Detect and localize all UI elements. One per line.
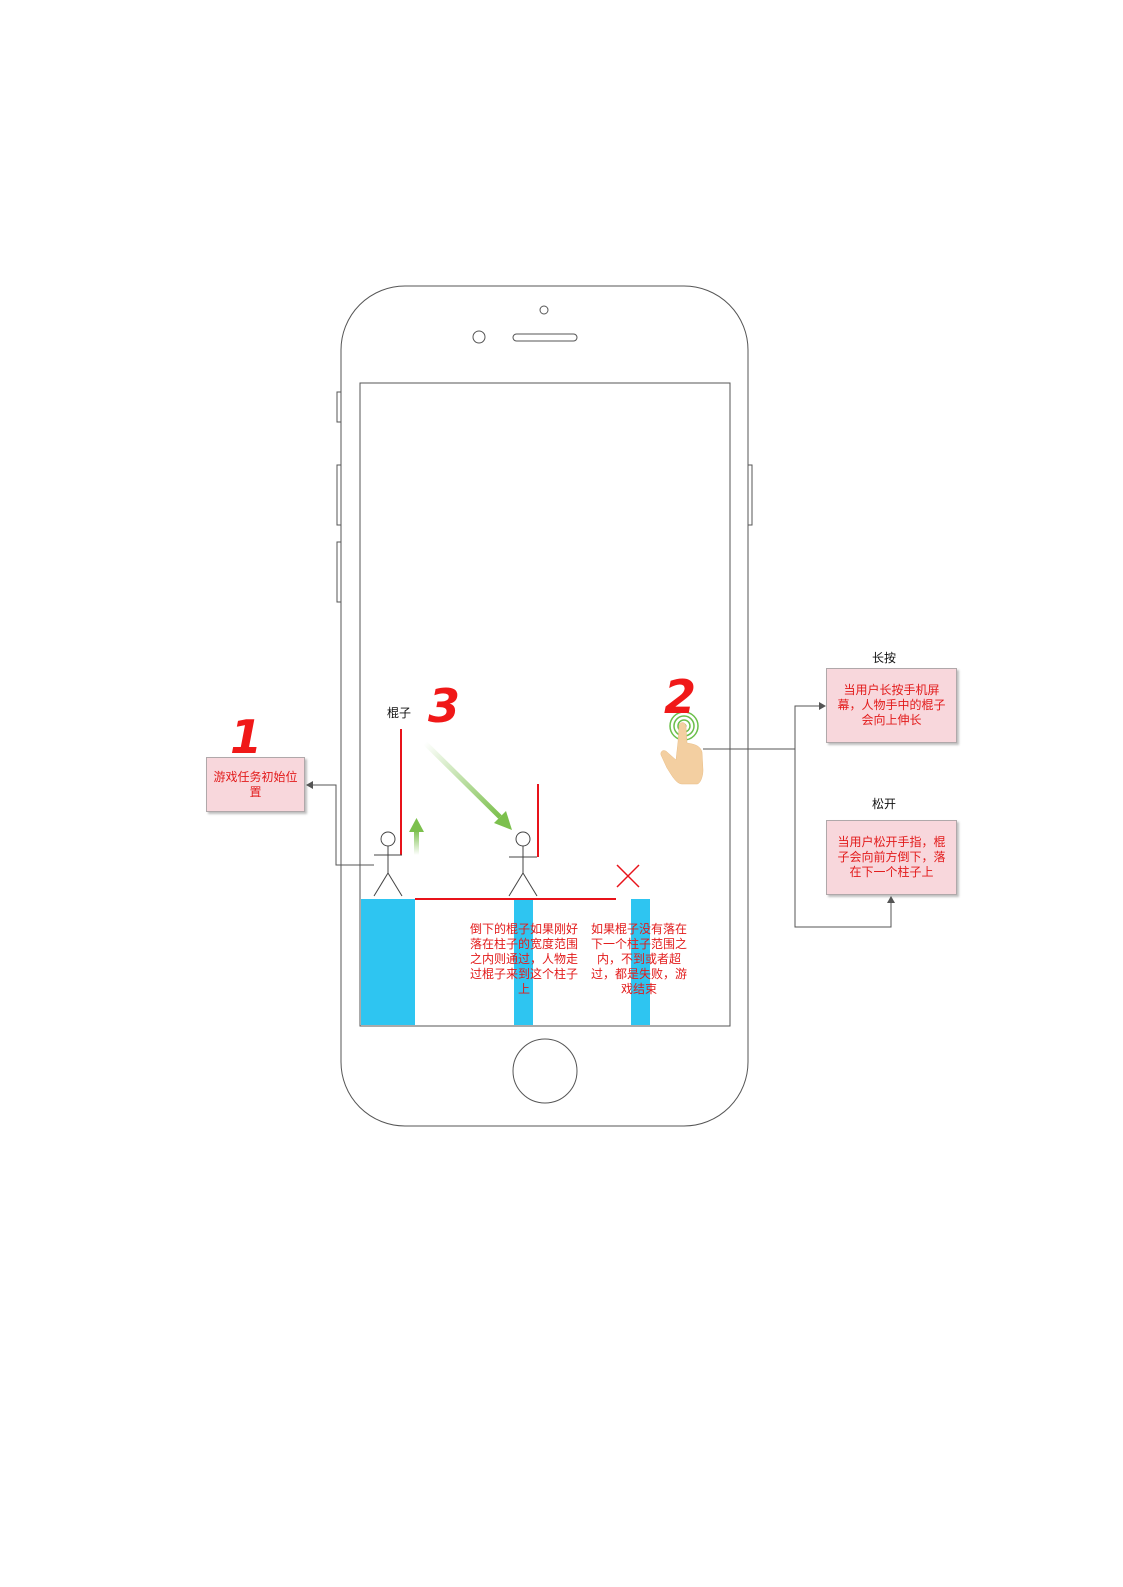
step-number-3: 3 [428,679,461,733]
start-position-box: 游戏任务初始位置 [206,757,305,812]
long-press-desc-box: 当用户长按手机屏幕，人物手中的棍子会向上伸长 [826,668,957,743]
release-desc-box: 当用户松开手指，棍子会向前方倒下，落在下一个柱子上 [826,820,957,895]
step-number-2: 2 [664,670,697,724]
flow-diagram [306,285,895,1127]
failure-annotation: 如果棍子没有落在下一个柱子范围之内，不到或者超过，都是失败，游戏结束 [591,922,688,996]
step-number-1: 1 [230,710,263,764]
long-press-label: 长按 [872,651,897,665]
stick-label: 棍子 [387,706,412,720]
pillar-start [361,899,415,1025]
success-annotation: 倒下的棍子如果刚好落在柱子的宽度范围之内则通过，人物走过棍子来到这个柱子上 [470,922,579,996]
release-label: 松开 [872,797,897,811]
